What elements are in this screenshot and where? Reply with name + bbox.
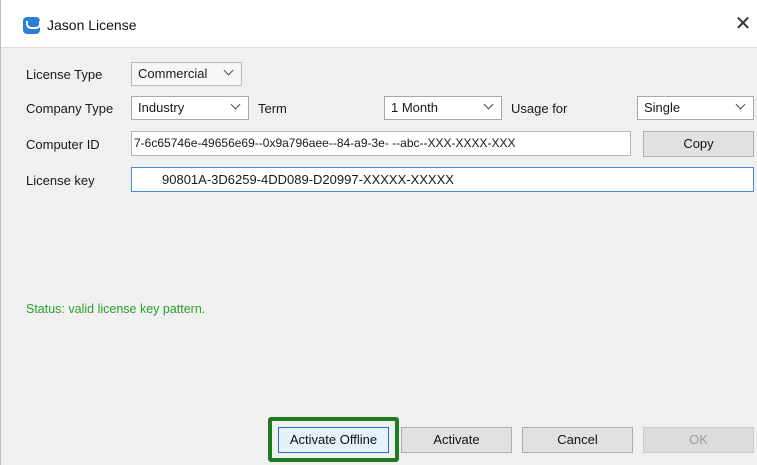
- company-type-select[interactable]: Industry: [131, 96, 249, 120]
- activate-offline-button[interactable]: Activate Offline: [278, 427, 389, 453]
- usage-for-value: Single: [644, 100, 681, 115]
- license-type-select[interactable]: Commercial: [131, 62, 242, 86]
- chevron-down-icon: [230, 100, 242, 112]
- company-type-value: Industry: [138, 100, 185, 115]
- activate-button[interactable]: Activate: [401, 427, 512, 453]
- chevron-down-icon: [483, 100, 495, 112]
- license-key-label: License key: [26, 173, 95, 188]
- license-type-value: Commercial: [138, 66, 208, 81]
- chevron-down-icon: [735, 100, 747, 112]
- computer-id-label: Computer ID: [26, 137, 100, 152]
- usage-for-label: Usage for: [511, 101, 568, 116]
- ok-button: OK: [643, 427, 754, 453]
- status-message: Status: valid license key pattern.: [26, 302, 206, 316]
- usage-for-select[interactable]: Single: [637, 96, 754, 120]
- term-label: Term: [258, 101, 287, 116]
- copy-button[interactable]: Copy: [643, 131, 754, 157]
- license-key-input[interactable]: 90801A-3D6259-4DD089-D20997-XXXXX-XXXXX: [131, 167, 754, 192]
- computer-id-field[interactable]: 7-6c65746e-49656e69--0x9a796aee--84-a9-3…: [131, 131, 631, 156]
- license-dialog: Jason License ✕ License Type Commercial …: [0, 0, 757, 465]
- term-value: 1 Month: [391, 100, 438, 115]
- close-icon[interactable]: ✕: [728, 10, 757, 38]
- app-logo-icon: [23, 17, 41, 34]
- term-select[interactable]: 1 Month: [384, 96, 502, 120]
- cancel-button[interactable]: Cancel: [522, 427, 633, 453]
- chevron-down-icon: [223, 66, 235, 78]
- license-type-label: License Type: [26, 67, 103, 82]
- window-title: Jason License: [47, 17, 137, 33]
- company-type-label: Company Type: [26, 101, 114, 116]
- title-bar: Jason License ✕: [1, 0, 757, 48]
